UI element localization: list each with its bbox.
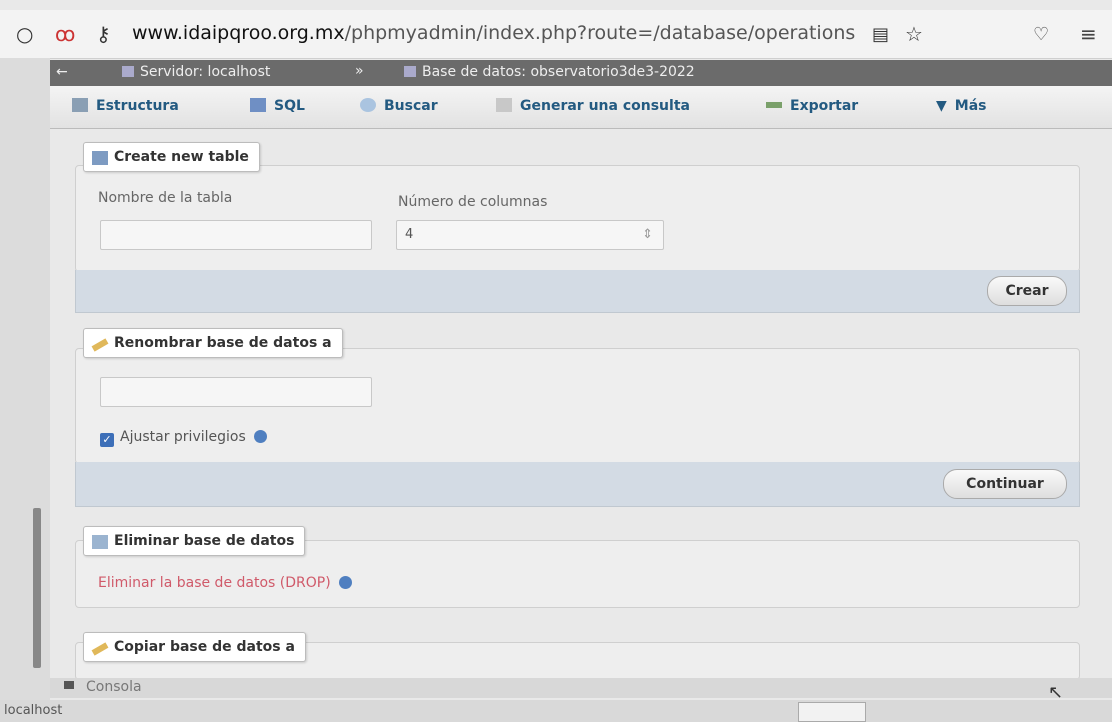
bookmark-star-icon[interactable]: ☆ bbox=[905, 22, 923, 46]
drop-db-legend-text: Eliminar base de datos bbox=[114, 533, 295, 549]
pocket-icon[interactable]: ♡ bbox=[1033, 24, 1049, 45]
copy-db-legend: Copiar base de datos a bbox=[83, 632, 306, 662]
drop-db-legend: Eliminar base de datos bbox=[83, 526, 306, 556]
navigation-panel-collapsed bbox=[0, 58, 50, 708]
tab-sql[interactable]: SQL bbox=[250, 98, 305, 114]
create-button[interactable]: Crear bbox=[987, 276, 1067, 306]
adjust-privileges-checkbox[interactable]: ✓ bbox=[100, 433, 114, 447]
tab-estructura[interactable]: Estructura bbox=[72, 98, 179, 114]
key-icon[interactable]: ⚷ bbox=[96, 22, 111, 46]
database-delete-icon bbox=[92, 535, 108, 549]
columns-stepper[interactable]: 4 ⇕ bbox=[396, 220, 664, 250]
query-icon bbox=[496, 98, 512, 112]
shield-icon[interactable]: ○ bbox=[16, 22, 33, 46]
table-name-input[interactable] bbox=[100, 220, 372, 250]
tab-label: Exportar bbox=[790, 98, 859, 114]
breadcrumb-server[interactable]: Servidor: localhost bbox=[122, 64, 270, 80]
pencil-icon bbox=[91, 338, 109, 352]
breadcrumb-server-label: Servidor: localhost bbox=[140, 64, 271, 80]
structure-icon bbox=[72, 98, 88, 112]
create-table-legend: Create new table bbox=[83, 142, 260, 172]
url-path: /phpmyadmin/index.php?route=/database/op… bbox=[344, 22, 856, 44]
table-add-icon bbox=[92, 151, 108, 165]
breadcrumb-database[interactable]: Base de datos: observatorio3de3-2022 bbox=[404, 64, 695, 80]
rename-db-input[interactable] bbox=[100, 377, 372, 407]
pencil-icon bbox=[91, 642, 109, 656]
create-table-fieldset: Nombre de la tabla Número de columnas 4 ⇕ bbox=[75, 165, 1080, 272]
console-icon bbox=[64, 681, 74, 689]
url-bar[interactable]: www.idaipqroo.org.mx/phpmyadmin/index.ph… bbox=[132, 22, 855, 44]
status-bar: localhost bbox=[0, 700, 1112, 722]
reader-view-icon[interactable]: ▤ bbox=[872, 24, 889, 45]
tab-label: Buscar bbox=[384, 98, 438, 114]
export-icon bbox=[766, 102, 782, 108]
drop-db-row: Eliminar la base de datos (DROP) bbox=[98, 575, 352, 591]
tab-mas[interactable]: ▼ Más bbox=[936, 98, 987, 114]
back-arrow-icon[interactable]: ← bbox=[56, 64, 68, 80]
rename-db-legend: Renombrar base de datos a bbox=[83, 328, 343, 358]
tab-generar-consulta[interactable]: Generar una consulta bbox=[496, 98, 690, 114]
help-icon[interactable] bbox=[253, 430, 267, 443]
tab-buscar[interactable]: Buscar bbox=[360, 98, 438, 114]
rename-db-footer: Continuar bbox=[75, 462, 1080, 507]
search-icon bbox=[360, 98, 376, 112]
menu-tabs: Estructura SQL Buscar Generar una consul… bbox=[50, 86, 1112, 129]
create-table-footer: Crear bbox=[75, 270, 1080, 313]
permissions-icon[interactable]: ꝏ bbox=[55, 22, 75, 46]
browser-toolbar: ○ ꝏ ⚷ www.idaipqroo.org.mx/phpmyadmin/in… bbox=[0, 10, 1112, 59]
chevron-down-icon: ▼ bbox=[936, 98, 947, 114]
scrollbar-thumb[interactable] bbox=[33, 508, 41, 668]
breadcrumb: ← Servidor: localhost » Base de datos: o… bbox=[50, 60, 1112, 86]
help-icon[interactable] bbox=[338, 576, 352, 589]
create-table-legend-text: Create new table bbox=[114, 149, 249, 165]
sql-icon bbox=[250, 98, 266, 112]
tab-label: SQL bbox=[274, 98, 305, 114]
columns-label: Número de columnas bbox=[398, 194, 548, 210]
table-name-label: Nombre de la tabla bbox=[98, 190, 233, 206]
copy-db-legend-text: Copiar base de datos a bbox=[114, 639, 295, 655]
tab-label: Más bbox=[954, 98, 987, 114]
breadcrumb-separator: » bbox=[355, 63, 364, 79]
tab-label: Generar una consulta bbox=[520, 98, 690, 114]
rename-db-legend-text: Renombrar base de datos a bbox=[114, 335, 332, 351]
continue-button[interactable]: Continuar bbox=[943, 469, 1067, 499]
columns-value: 4 bbox=[405, 227, 414, 242]
database-icon bbox=[404, 66, 416, 77]
status-text: localhost bbox=[4, 703, 63, 718]
rename-db-fieldset: ✓ Ajustar privilegios bbox=[75, 348, 1080, 464]
drop-db-link[interactable]: Eliminar la base de datos (DROP) bbox=[98, 575, 331, 591]
tab-label: Estructura bbox=[96, 98, 179, 114]
console-label: Consola bbox=[86, 679, 142, 695]
breadcrumb-database-label: Base de datos: observatorio3de3-2022 bbox=[422, 64, 695, 80]
hamburger-menu-icon[interactable]: ≡ bbox=[1080, 22, 1097, 46]
tab-exportar[interactable]: Exportar bbox=[766, 98, 858, 114]
adjust-privileges-label: Ajustar privilegios bbox=[120, 429, 246, 445]
server-icon bbox=[122, 66, 134, 77]
url-host: www.idaipqroo.org.mx bbox=[132, 22, 345, 44]
console-bar[interactable]: Consola bbox=[50, 678, 1112, 698]
spinner-arrows-icon[interactable]: ⇕ bbox=[642, 221, 653, 249]
status-box bbox=[798, 702, 866, 722]
adjust-privileges-row: ✓ Ajustar privilegios bbox=[100, 429, 267, 447]
